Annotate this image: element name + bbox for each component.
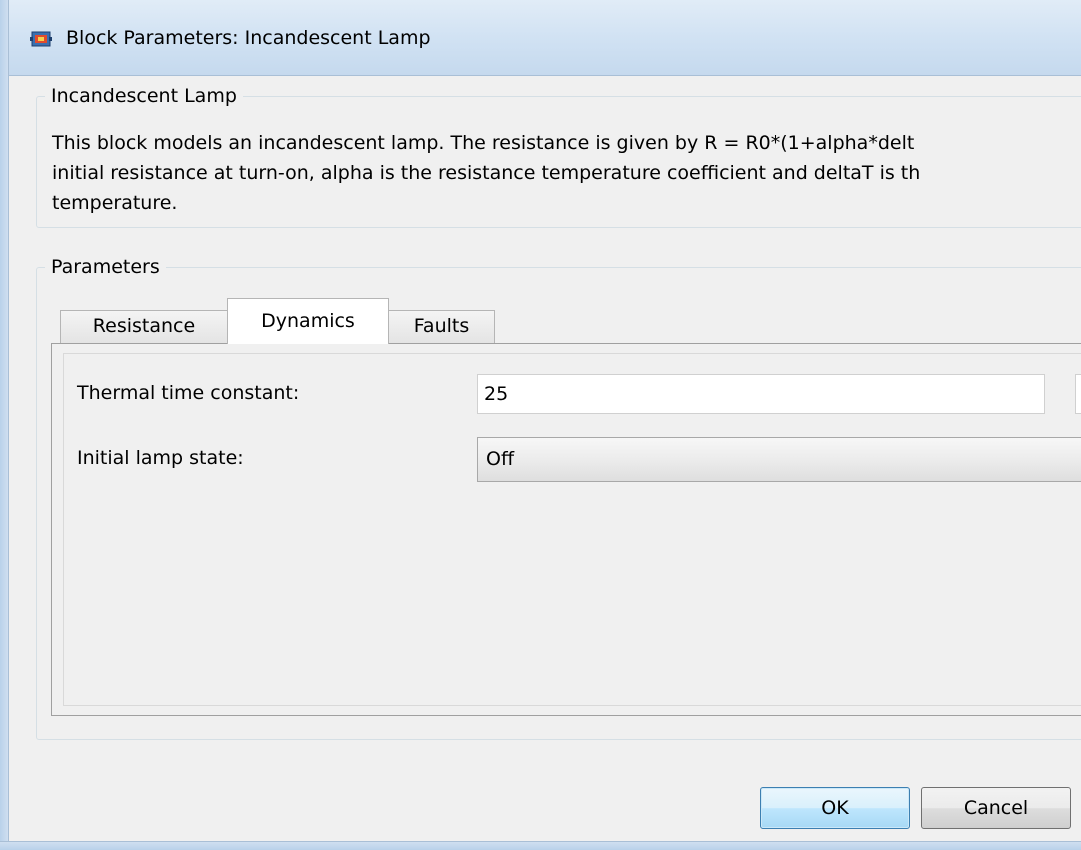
initial-lamp-state-label: Initial lamp state: xyxy=(77,447,244,469)
title-bar[interactable]: Block Parameters: Incandescent Lamp xyxy=(0,0,1081,76)
description-group-title: Incandescent Lamp xyxy=(51,85,237,107)
tab-dynamics[interactable]: Dynamics xyxy=(227,298,389,344)
cancel-button[interactable]: Cancel xyxy=(921,787,1071,829)
thermal-time-constant-input[interactable] xyxy=(477,374,1045,414)
parameters-group-title: Parameters xyxy=(51,256,160,278)
block-parameters-dialog: Block Parameters: Incandescent Lamp Inca… xyxy=(0,0,1081,850)
window-title: Block Parameters: Incandescent Lamp xyxy=(66,27,431,49)
window-frame-bottom xyxy=(0,841,1081,850)
thermal-time-constant-unit-button[interactable] xyxy=(1075,374,1081,414)
thermal-time-constant-label: Thermal time constant: xyxy=(77,382,300,404)
tab-faults[interactable]: Faults xyxy=(388,310,495,343)
initial-lamp-state-select[interactable]: Off xyxy=(477,437,1081,482)
description-group: Incandescent Lamp This block models an i… xyxy=(36,85,1081,228)
dialog-client-area: Incandescent Lamp This block models an i… xyxy=(9,76,1081,841)
block-description: This block models an incandescent lamp. … xyxy=(52,132,921,214)
simulink-block-icon xyxy=(30,31,52,47)
window-frame-left xyxy=(0,0,9,850)
tab-resistance[interactable]: Resistance xyxy=(60,310,228,343)
ok-button[interactable]: OK xyxy=(760,787,910,829)
